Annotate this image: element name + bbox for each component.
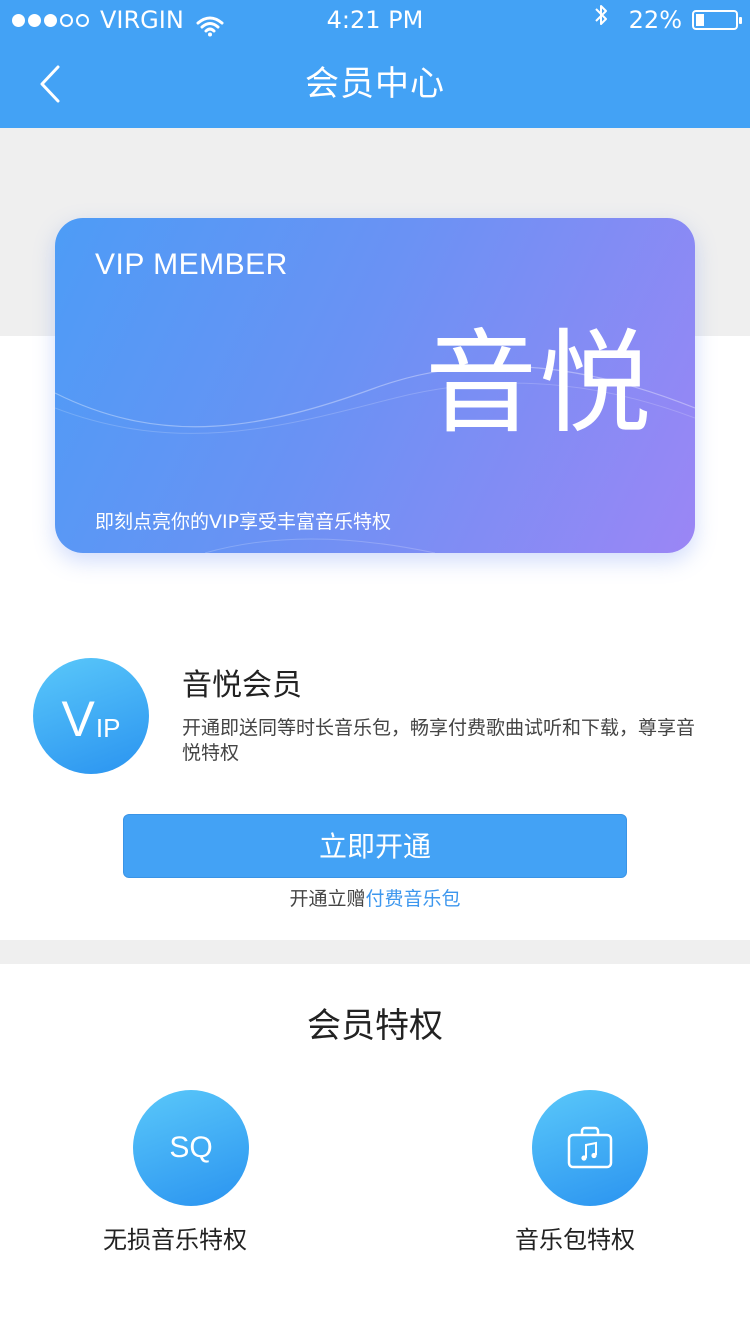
gift-link[interactable]: 付费音乐包 — [366, 888, 461, 910]
gift-line: 开通立赠付费音乐包 — [0, 884, 750, 911]
section-divider — [0, 940, 750, 964]
battery-icon — [692, 10, 742, 30]
vip-card: VIP MEMBER 音悦 即刻点亮你的VIP享受丰富音乐特权 — [55, 218, 695, 553]
member-description: 开通即送同等时长音乐包，畅享付费歌曲试听和下载，尊享音悦特权 — [182, 717, 696, 764]
open-membership-button[interactable]: 立即开通 — [123, 814, 627, 878]
vip-badge-icon: V IP — [33, 658, 149, 774]
gift-prefix: 开通立赠 — [289, 888, 366, 910]
card-label: VIP MEMBER — [95, 248, 288, 281]
page-title: 会员中心 — [305, 64, 445, 104]
music-package-icon[interactable] — [532, 1090, 648, 1206]
status-right: 22% — [593, 0, 742, 40]
bluetooth-icon — [593, 0, 609, 40]
vip-badge-v: V — [61, 691, 95, 747]
card-brand: 音悦 — [425, 319, 653, 449]
header: VIRGIN 4:21 PM 22% 会员中心 — [0, 0, 750, 128]
member-title: 音悦会员 — [182, 668, 302, 703]
status-bar: VIRGIN 4:21 PM 22% — [0, 0, 750, 40]
lossless-music-icon[interactable]: SQ — [133, 1090, 249, 1206]
nav-bar: 会员中心 — [0, 40, 750, 128]
privileges-title: 会员特权 — [307, 1006, 443, 1046]
battery-level — [696, 14, 704, 26]
battery-percent: 22% — [628, 6, 682, 34]
vip-badge-ip: IP — [95, 713, 121, 743]
music-package-label: 音乐包特权 — [515, 1226, 635, 1254]
card-tagline: 即刻点亮你的VIP享受丰富音乐特权 — [95, 511, 392, 533]
lossless-music-label: 无损音乐特权 — [103, 1226, 247, 1254]
page: VIRGIN 4:21 PM 22% 会员中心 VIP MEMBER 音悦 即刻… — [0, 0, 750, 1334]
